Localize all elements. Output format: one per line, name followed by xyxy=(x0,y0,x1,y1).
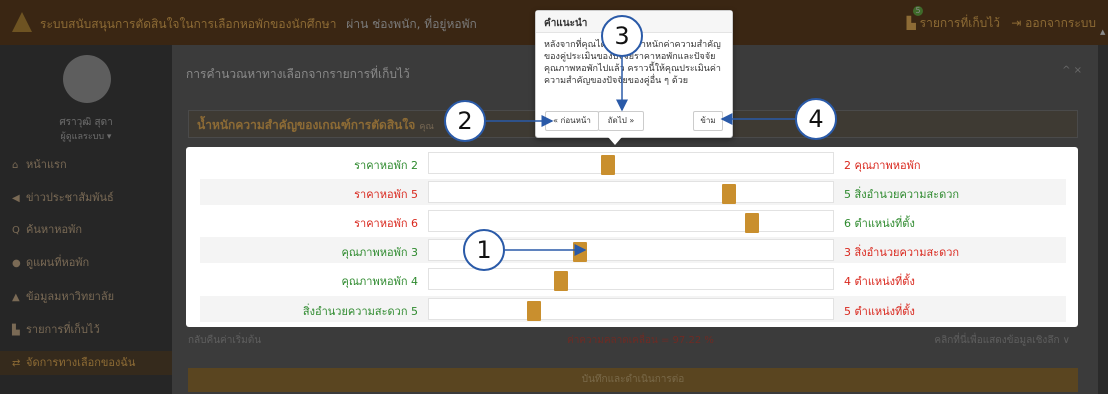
slider-handle[interactable] xyxy=(601,155,615,175)
consistency-ratio: ค่าความคลาดเคลื่อน = 97.22 % xyxy=(567,335,714,346)
exchange-icon: ⇄ xyxy=(12,358,21,369)
section-title-text: น้ำหนักความสำคัญของเกณฑ์การตัดสินใจ xyxy=(197,118,416,132)
bookmark-icon: ▙ xyxy=(12,325,20,336)
saved-items-label: รายการที่เก็บไว้ xyxy=(919,16,1000,30)
pairwise-comparison-card: ราคาหอพัก 2 2 คุณภาพหอพัก ราคาหอพัก 5 5 … xyxy=(186,147,1078,327)
panel-controls[interactable]: ^ × xyxy=(1062,65,1082,76)
map-pin-icon: ● xyxy=(12,258,21,269)
slider-handle[interactable] xyxy=(527,301,541,321)
sidebar-item-manage-choices[interactable]: ⇄ จัดการทางเลือกของฉัน xyxy=(0,351,172,375)
annotation-callout-1: 1 xyxy=(463,229,505,271)
left-criterion: คุณภาพหอพัก 4 xyxy=(341,275,418,288)
sidebar: ศราวุฒิ สุดา ผู้ดูแลระบบ ▾ ⌂ หน้าแรก ◀ ข่า… xyxy=(0,45,172,394)
left-criterion: สิ่งอำนวยความสะดวก 5 xyxy=(302,305,418,318)
sidebar-item-label: ดูแผนที่หอพัก xyxy=(26,256,90,269)
comparison-row: ราคาหอพัก 2 2 คุณภาพหอพัก xyxy=(200,150,1066,176)
right-criterion: 6 ตำแหน่งที่ตั้ง xyxy=(844,217,915,230)
scrollbar[interactable] xyxy=(1098,45,1108,394)
comparison-slider[interactable] xyxy=(428,268,834,291)
save-continue-button[interactable]: บันทึกและดำเนินการต่อ xyxy=(188,368,1078,392)
left-criterion: คุณภาพหอพัก 3 xyxy=(341,246,418,259)
right-criterion: 5 สิ่งอำนวยความสะดวก xyxy=(844,188,960,201)
sidebar-item-label: หน้าแรก xyxy=(26,158,67,171)
scroll-up-icon[interactable]: ▲ xyxy=(1100,28,1105,36)
tooltip-pointer-arrow xyxy=(608,137,622,145)
right-criterion: 4 ตำแหน่งที่ตั้ง xyxy=(844,275,915,288)
sidebar-user-name: ศราวุฒิ สุดา xyxy=(59,117,113,128)
sidebar-item-saved[interactable]: ▙ รายการที่เก็บไว้ xyxy=(0,318,172,342)
sidebar-item-news[interactable]: ◀ ข่าวประชาสัมพันธ์ xyxy=(0,186,172,210)
bookmark-icon: ▙ xyxy=(906,16,920,30)
comparison-row: คุณภาพหอพัก 3 3 สิ่งอำนวยความสะดวก xyxy=(200,237,1066,263)
home-icon: ⌂ xyxy=(12,160,19,171)
slider-handle[interactable] xyxy=(722,184,736,204)
logout-link[interactable]: ⇥ ออกจากระบบ xyxy=(1011,14,1096,33)
panel-title: การคำนวณหาทางเลือกจากรายการที่เก็บไว้ xyxy=(186,67,410,81)
annotation-callout-3: 3 xyxy=(601,15,643,57)
sidebar-item-home[interactable]: ⌂ หน้าแรก xyxy=(0,153,172,177)
left-criterion: ราคาหอพัก 6 xyxy=(354,217,418,230)
app-title: ระบบสนับสนุนการตัดสินใจในการเลือกหอพักขอ… xyxy=(40,15,477,34)
app-logo-icon xyxy=(12,12,32,32)
saved-items-link[interactable]: ▙ รายการที่เก็บไว้ xyxy=(907,14,1000,33)
megaphone-icon: ◀ xyxy=(12,193,20,204)
comparison-slider[interactable] xyxy=(428,298,834,321)
sidebar-item-label: รายการที่เก็บไว้ xyxy=(26,323,100,336)
show-details-link[interactable]: คลิกที่นี่เพื่อแสดงข้อมูลเชิงลึก ∨ xyxy=(934,333,1070,348)
user-info: ผ่าน ช่องพนัก, ที่อยู่หอพัก xyxy=(346,17,477,31)
sidebar-item-label: ข้อมูลมหาวิทยาลัย xyxy=(26,290,115,303)
logout-icon: ⇥ xyxy=(1011,16,1026,30)
comparison-row: ราคาหอพัก 6 6 ตำแหน่งที่ตั้ง xyxy=(200,208,1066,234)
comparison-row: คุณภาพหอพัก 4 4 ตำแหน่งที่ตั้ง xyxy=(200,266,1066,292)
sidebar-user-role[interactable]: ผู้ดูแลระบบ ▾ xyxy=(0,129,172,143)
left-criterion: ราคาหอพัก 2 xyxy=(354,159,418,172)
tour-next-button[interactable]: ถัดไป » xyxy=(598,111,644,131)
reset-defaults-link[interactable]: กลับคืนค่าเริ่มต้น xyxy=(188,333,261,348)
right-criterion: 2 คุณภาพหอพัก xyxy=(844,159,921,172)
slider-handle[interactable] xyxy=(745,213,759,233)
comparison-slider[interactable] xyxy=(428,152,834,175)
graduation-cap-icon: ▲ xyxy=(12,292,20,303)
comparison-row: สิ่งอำนวยความสะดวก 5 5 ตำแหน่งที่ตั้ง xyxy=(200,296,1066,322)
sidebar-item-label: จัดการทางเลือกของฉัน xyxy=(26,356,136,369)
annotation-callout-4: 4 xyxy=(795,98,837,140)
annotation-callout-2: 2 xyxy=(444,100,486,142)
comparison-row: ราคาหอพัก 5 5 สิ่งอำนวยความสะดวก xyxy=(200,179,1066,205)
logout-label: ออกจากระบบ xyxy=(1025,16,1096,30)
tour-skip-button[interactable]: ข้าม xyxy=(693,111,723,131)
app-title-text: ระบบสนับสนุนการตัดสินใจในการเลือกหอพักขอ… xyxy=(40,17,337,31)
slider-handle[interactable] xyxy=(573,242,587,262)
sidebar-item-search[interactable]: Q ค้นหาหอพัก xyxy=(0,218,172,242)
sidebar-item-label: ข่าวประชาสัมพันธ์ xyxy=(26,191,114,204)
sidebar-item-university[interactable]: ▲ ข้อมูลมหาวิทยาลัย xyxy=(0,285,172,309)
right-criterion: 3 สิ่งอำนวยความสะดวก xyxy=(844,246,960,259)
left-criterion: ราคาหอพัก 5 xyxy=(354,188,418,201)
comparison-slider[interactable] xyxy=(428,181,834,204)
sidebar-item-map[interactable]: ● ดูแผนที่หอพัก xyxy=(0,251,172,275)
right-criterion: 5 ตำแหน่งที่ตั้ง xyxy=(844,305,915,318)
slider-handle[interactable] xyxy=(554,271,568,291)
tour-prev-button[interactable]: « ก่อนหน้า xyxy=(545,111,599,131)
section-subtitle: คุณ xyxy=(419,122,434,132)
search-icon: Q xyxy=(12,225,20,236)
avatar xyxy=(63,55,111,103)
sidebar-item-label: ค้นหาหอพัก xyxy=(26,223,83,236)
